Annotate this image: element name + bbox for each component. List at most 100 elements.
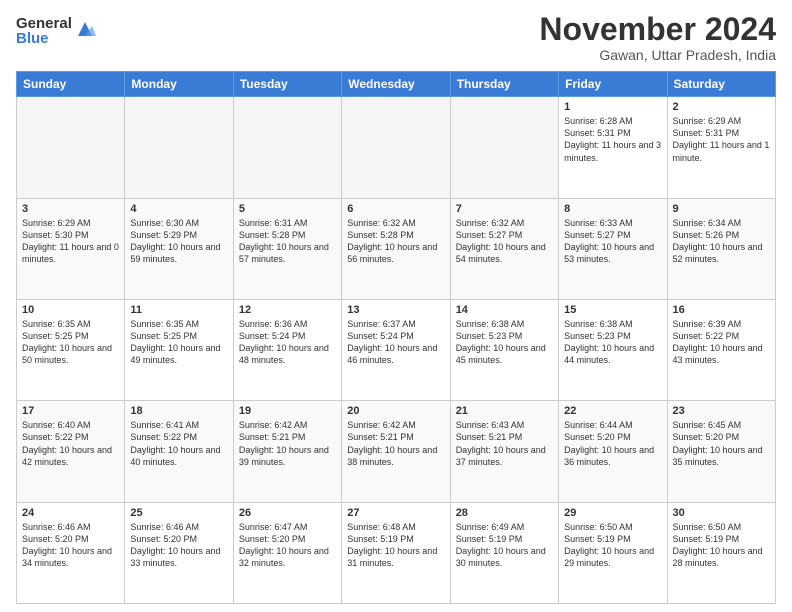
day-info: Sunrise: 6:42 AM Sunset: 5:21 PM Dayligh… [347, 419, 444, 468]
day-number: 8 [564, 203, 661, 215]
day-info: Sunrise: 6:43 AM Sunset: 5:21 PM Dayligh… [456, 419, 553, 468]
day-info: Sunrise: 6:47 AM Sunset: 5:20 PM Dayligh… [239, 521, 336, 570]
page: General Blue November 2024 Gawan, Uttar … [0, 0, 792, 612]
location-title: Gawan, Uttar Pradesh, India [539, 47, 776, 63]
calendar-day-cell [450, 97, 558, 198]
calendar-day-cell: 14 Sunrise: 6:38 AM Sunset: 5:23 PM Dayli… [450, 299, 558, 400]
day-info: Sunrise: 6:32 AM Sunset: 5:28 PM Dayligh… [347, 217, 444, 266]
day-info: Sunrise: 6:31 AM Sunset: 5:28 PM Dayligh… [239, 217, 336, 266]
day-info: Sunrise: 6:29 AM Sunset: 5:30 PM Dayligh… [22, 217, 119, 266]
calendar-day-cell: 20 Sunrise: 6:42 AM Sunset: 5:21 PM Dayli… [342, 401, 450, 502]
day-number: 25 [130, 507, 227, 519]
day-number: 30 [673, 507, 770, 519]
day-info: Sunrise: 6:30 AM Sunset: 5:29 PM Dayligh… [130, 217, 227, 266]
calendar-day-cell [125, 97, 233, 198]
calendar-weekday-header: Friday [559, 72, 667, 97]
day-number: 19 [239, 405, 336, 417]
day-info: Sunrise: 6:46 AM Sunset: 5:20 PM Dayligh… [130, 521, 227, 570]
logo-general: General [16, 16, 72, 31]
calendar-day-cell: 12 Sunrise: 6:36 AM Sunset: 5:24 PM Dayli… [233, 299, 341, 400]
calendar-day-cell: 10 Sunrise: 6:35 AM Sunset: 5:25 PM Dayli… [17, 299, 125, 400]
day-number: 6 [347, 203, 444, 215]
calendar-day-cell: 28Sunrise: 6:49 AM Sunset: 5:19 PM Dayli… [450, 502, 558, 603]
calendar-day-cell: 8Sunrise: 6:33 AM Sunset: 5:27 PM Daylig… [559, 198, 667, 299]
calendar-weekday-header: Thursday [450, 72, 558, 97]
day-number: 20 [347, 405, 444, 417]
day-number: 11 [130, 304, 227, 316]
day-number: 9 [673, 203, 770, 215]
day-number: 24 [22, 507, 119, 519]
logo: General Blue [16, 16, 96, 46]
day-info: Sunrise: 6:35 AM Sunset: 5:25 PM Dayligh… [22, 318, 119, 367]
day-info: Sunrise: 6:38 AM Sunset: 5:23 PM Dayligh… [456, 318, 553, 367]
calendar-day-cell: 15 Sunrise: 6:38 AM Sunset: 5:23 PM Dayli… [559, 299, 667, 400]
day-number: 17 [22, 405, 119, 417]
day-number: 22 [564, 405, 661, 417]
day-number: 3 [22, 203, 119, 215]
day-info: Sunrise: 6:38 AM Sunset: 5:23 PM Dayligh… [564, 318, 661, 367]
calendar-day-cell: 1 Sunrise: 6:28 AM Sunset: 5:31 PM Daylig… [559, 97, 667, 198]
calendar-day-cell: 5 Sunrise: 6:31 AM Sunset: 5:28 PM Daylig… [233, 198, 341, 299]
day-number: 21 [456, 405, 553, 417]
day-info: Sunrise: 6:39 AM Sunset: 5:22 PM Dayligh… [673, 318, 770, 367]
calendar-day-cell: 24 Sunrise: 6:46 AM Sunset: 5:20 PM Dayli… [17, 502, 125, 603]
day-number: 12 [239, 304, 336, 316]
logo-icon [74, 18, 96, 40]
day-number: 18 [130, 405, 227, 417]
day-info: Sunrise: 6:29 AM Sunset: 5:31 PM Dayligh… [673, 115, 770, 164]
day-number: 1 [564, 101, 661, 113]
calendar-day-cell: 29 Sunrise: 6:50 AM Sunset: 5:19 PM Dayli… [559, 502, 667, 603]
day-number: 14 [456, 304, 553, 316]
calendar-day-cell: 22 Sunrise: 6:44 AM Sunset: 5:20 PM Dayli… [559, 401, 667, 502]
calendar-weekday-header: Wednesday [342, 72, 450, 97]
header: General Blue November 2024 Gawan, Uttar … [16, 12, 776, 63]
calendar-week-row: 1 Sunrise: 6:28 AM Sunset: 5:31 PM Daylig… [17, 97, 776, 198]
calendar-day-cell [17, 97, 125, 198]
calendar-day-cell [342, 97, 450, 198]
logo-text: General Blue [16, 16, 72, 46]
calendar-weekday-header: Sunday [17, 72, 125, 97]
calendar-day-cell: 7Sunrise: 6:32 AM Sunset: 5:27 PM Daylig… [450, 198, 558, 299]
calendar-day-cell: 30 Sunrise: 6:50 AM Sunset: 5:19 PM Dayli… [667, 502, 775, 603]
logo-blue: Blue [16, 31, 72, 46]
day-info: Sunrise: 6:37 AM Sunset: 5:24 PM Dayligh… [347, 318, 444, 367]
calendar-day-cell: 23Sunrise: 6:45 AM Sunset: 5:20 PM Dayli… [667, 401, 775, 502]
day-number: 28 [456, 507, 553, 519]
day-info: Sunrise: 6:36 AM Sunset: 5:24 PM Dayligh… [239, 318, 336, 367]
calendar-day-cell: 19Sunrise: 6:42 AM Sunset: 5:21 PM Dayli… [233, 401, 341, 502]
calendar-table: SundayMondayTuesdayWednesdayThursdayFrid… [16, 71, 776, 604]
day-info: Sunrise: 6:50 AM Sunset: 5:19 PM Dayligh… [673, 521, 770, 570]
day-number: 7 [456, 203, 553, 215]
calendar-day-cell: 17 Sunrise: 6:40 AM Sunset: 5:22 PM Dayli… [17, 401, 125, 502]
calendar-day-cell: 4 Sunrise: 6:30 AM Sunset: 5:29 PM Daylig… [125, 198, 233, 299]
day-info: Sunrise: 6:46 AM Sunset: 5:20 PM Dayligh… [22, 521, 119, 570]
day-number: 29 [564, 507, 661, 519]
calendar-weekday-header: Tuesday [233, 72, 341, 97]
day-info: Sunrise: 6:44 AM Sunset: 5:20 PM Dayligh… [564, 419, 661, 468]
calendar-day-cell: 27Sunrise: 6:48 AM Sunset: 5:19 PM Dayli… [342, 502, 450, 603]
calendar-day-cell: 13 Sunrise: 6:37 AM Sunset: 5:24 PM Dayli… [342, 299, 450, 400]
day-number: 4 [130, 203, 227, 215]
day-number: 2 [673, 101, 770, 113]
month-title: November 2024 [539, 12, 776, 47]
day-info: Sunrise: 6:28 AM Sunset: 5:31 PM Dayligh… [564, 115, 661, 164]
day-number: 5 [239, 203, 336, 215]
day-number: 10 [22, 304, 119, 316]
calendar-week-row: 3 Sunrise: 6:29 AM Sunset: 5:30 PM Daylig… [17, 198, 776, 299]
day-info: Sunrise: 6:50 AM Sunset: 5:19 PM Dayligh… [564, 521, 661, 570]
calendar-day-cell: 26Sunrise: 6:47 AM Sunset: 5:20 PM Dayli… [233, 502, 341, 603]
calendar-day-cell: 6 Sunrise: 6:32 AM Sunset: 5:28 PM Daylig… [342, 198, 450, 299]
day-number: 13 [347, 304, 444, 316]
calendar-week-row: 24 Sunrise: 6:46 AM Sunset: 5:20 PM Dayli… [17, 502, 776, 603]
day-info: Sunrise: 6:40 AM Sunset: 5:22 PM Dayligh… [22, 419, 119, 468]
day-info: Sunrise: 6:34 AM Sunset: 5:26 PM Dayligh… [673, 217, 770, 266]
calendar-day-cell: 21 Sunrise: 6:43 AM Sunset: 5:21 PM Dayli… [450, 401, 558, 502]
day-info: Sunrise: 6:45 AM Sunset: 5:20 PM Dayligh… [673, 419, 770, 468]
calendar-day-cell: 9 Sunrise: 6:34 AM Sunset: 5:26 PM Daylig… [667, 198, 775, 299]
title-section: November 2024 Gawan, Uttar Pradesh, Indi… [539, 12, 776, 63]
calendar-day-cell: 16Sunrise: 6:39 AM Sunset: 5:22 PM Dayli… [667, 299, 775, 400]
calendar-day-cell: 25 Sunrise: 6:46 AM Sunset: 5:20 PM Dayli… [125, 502, 233, 603]
day-info: Sunrise: 6:35 AM Sunset: 5:25 PM Dayligh… [130, 318, 227, 367]
day-number: 15 [564, 304, 661, 316]
calendar-day-cell: 18Sunrise: 6:41 AM Sunset: 5:22 PM Dayli… [125, 401, 233, 502]
